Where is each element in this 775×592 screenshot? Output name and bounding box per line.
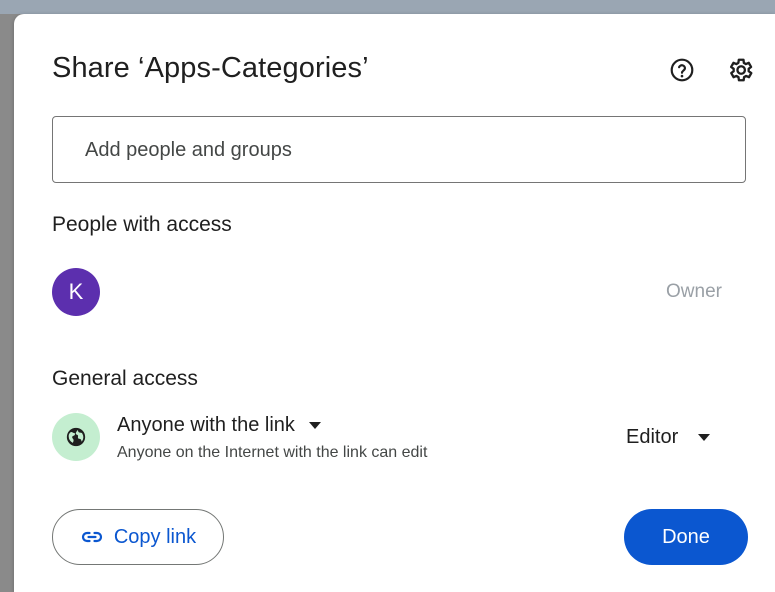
- avatar[interactable]: K: [52, 268, 100, 316]
- general-access-dropdown[interactable]: Anyone with the link: [117, 410, 321, 440]
- add-people-input[interactable]: [83, 117, 727, 184]
- people-with-access-heading: People with access: [52, 213, 232, 236]
- copy-link-label: Copy link: [113, 525, 197, 548]
- general-access-selected: Anyone with the link: [117, 413, 295, 436]
- general-access-heading: General access: [52, 367, 198, 390]
- general-access-icon-badge: [52, 413, 100, 461]
- help-button[interactable]: [666, 54, 698, 86]
- general-access-description: Anyone on the Internet with the link can…: [117, 444, 428, 461]
- backdrop-strip: [0, 0, 775, 14]
- copy-link-button[interactable]: Copy link: [52, 509, 224, 565]
- share-dialog: Share ‘Apps-Categories’ People with acce…: [14, 14, 775, 592]
- dialog-title: Share ‘Apps-Categories’: [52, 52, 369, 84]
- link-icon: [81, 531, 102, 543]
- settings-button[interactable]: [724, 54, 756, 86]
- add-people-field: [52, 116, 746, 184]
- gear-icon: [729, 58, 753, 82]
- avatar-initial: K: [68, 279, 84, 304]
- general-access-role-selected: Editor: [626, 425, 679, 448]
- owner-role-label: Owner: [666, 281, 722, 302]
- help-circle-icon: [670, 58, 694, 82]
- general-access-role-dropdown[interactable]: Editor: [626, 422, 711, 452]
- chevron-down-icon: [698, 433, 711, 441]
- done-button[interactable]: Done: [624, 509, 748, 565]
- chevron-down-icon: [308, 421, 321, 429]
- done-label: Done: [662, 525, 710, 548]
- globe-icon: [66, 427, 86, 447]
